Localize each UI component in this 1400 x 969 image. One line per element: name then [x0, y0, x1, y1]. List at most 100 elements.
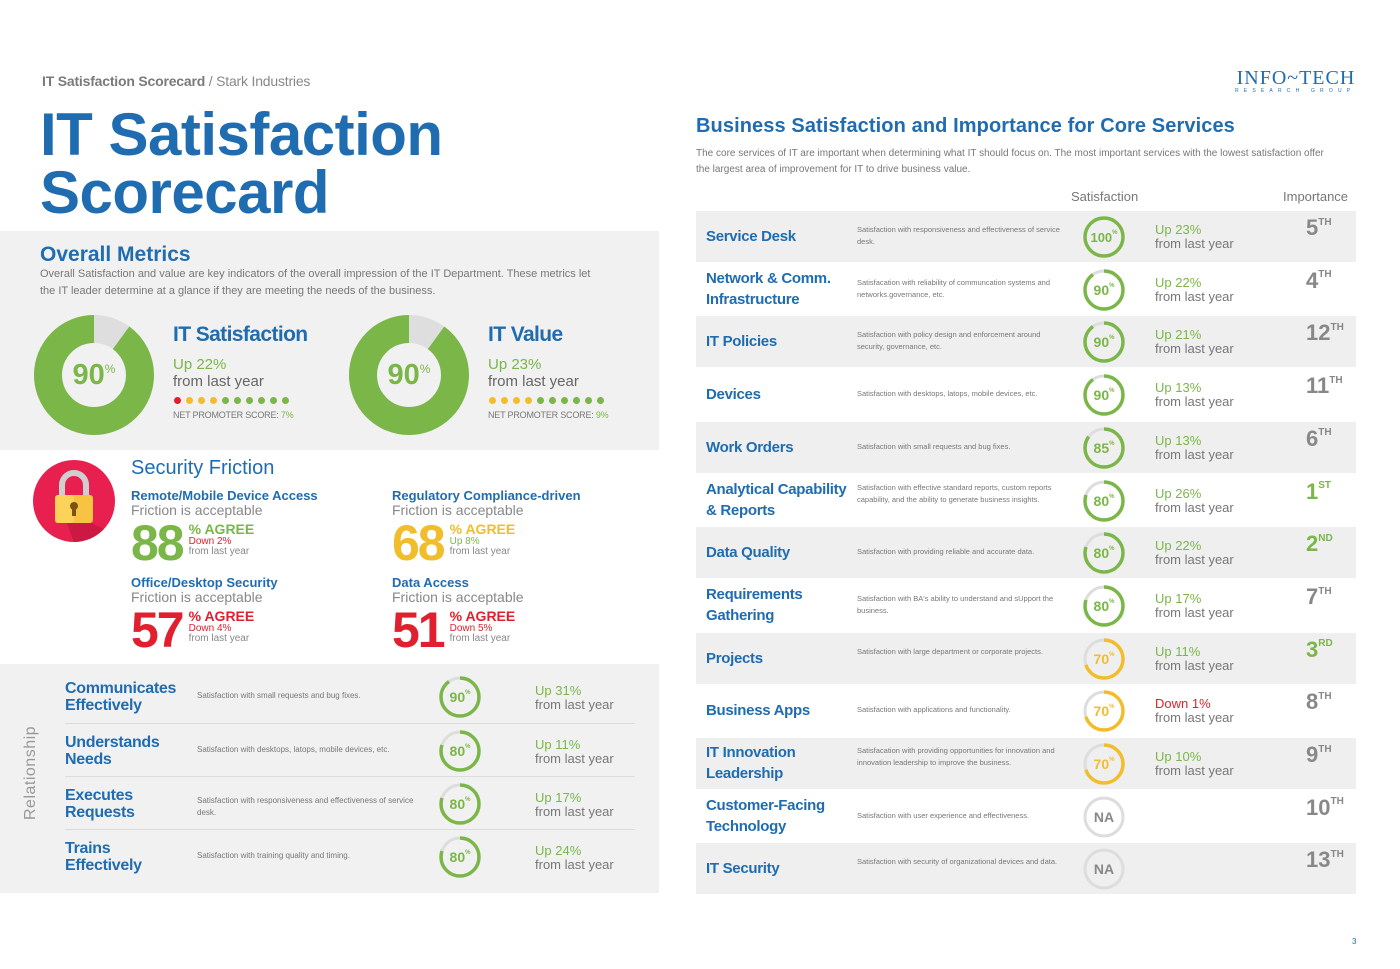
- service-description: Satisfaction with large department or co…: [857, 646, 1043, 656]
- core-service-row: Projects Satisfaction with large departme…: [696, 632, 1356, 684]
- service-description: Satisfacation with reliability of commun…: [857, 277, 1051, 299]
- change-indicator: Up 22% from last year: [1155, 274, 1234, 304]
- security-item-name: Office/Desktop Security: [131, 575, 278, 590]
- relationship-description: Satisfaction with training quality and t…: [197, 851, 350, 860]
- core-service-row: Work Orders Satisfaction with small reque…: [696, 421, 1356, 473]
- page-title-line2: Scorecard: [40, 159, 329, 226]
- satisfaction-ring: 80%: [438, 835, 482, 879]
- importance-rank: 8TH: [1306, 689, 1332, 715]
- satisfaction-value: 85: [1093, 439, 1110, 456]
- relationship-name: Trains Effectively: [65, 840, 142, 874]
- security-item-value: 88: [131, 515, 185, 571]
- satisfaction-ring: NA: [1082, 847, 1126, 891]
- service-name: IT Policies: [706, 333, 777, 351]
- core-service-row: Data Quality Satisfaction with providing …: [696, 527, 1356, 579]
- satisfaction-value: 70: [1093, 650, 1110, 667]
- importance-rank: 1ST: [1306, 478, 1332, 504]
- change-indicator: Up 23% from last year: [1155, 222, 1234, 251]
- satisfaction-ring: 70%: [1082, 742, 1126, 786]
- satisfaction-ring: 90%: [1082, 320, 1126, 364]
- security-item-value: 57: [131, 602, 185, 658]
- service-description: Satisfaction with small requests and bug…: [857, 441, 1011, 451]
- donut-value: 90: [72, 358, 105, 391]
- nps-dot: [234, 397, 241, 404]
- satisfaction-ring: 100%: [1082, 215, 1126, 259]
- satisfaction-value: 80: [1093, 492, 1110, 509]
- core-service-row: Customer-Facing Technology Satisfaction w…: [696, 791, 1356, 842]
- page-number: 3: [1352, 937, 1357, 946]
- relationship-description: Satisfaction with desktops, latops, mobi…: [197, 745, 390, 754]
- change-indicator: Up 13% from last year: [1155, 380, 1234, 410]
- core-service-row: Service Desk Satisfaction with responsive…: [696, 211, 1356, 262]
- security-item: Data Access Friction is acceptable 51 % …: [392, 575, 642, 656]
- column-header-satisfaction: Satisfaction: [1071, 189, 1139, 204]
- relationship-side-label: Relationship: [22, 725, 39, 820]
- importance-rank: 5TH: [1306, 215, 1332, 240]
- importance-rank: 11TH: [1306, 373, 1343, 399]
- service-name: Analytical Capability & Reports: [706, 480, 847, 519]
- satisfaction-value: 100: [1090, 229, 1113, 245]
- satisfaction-value: 80: [449, 796, 466, 812]
- satisfaction-ring: 80%: [438, 782, 482, 826]
- satisfaction-value: 90: [1093, 281, 1110, 298]
- security-item: Regulatory Compliance-driven Friction is…: [392, 489, 642, 571]
- change-indicator: Up 17% from last year: [535, 790, 614, 819]
- relationship-name: Understands Needs: [65, 734, 160, 768]
- column-header-importance: Importance: [1283, 189, 1349, 204]
- service-name: Projects: [706, 649, 763, 667]
- security-item-name: Data Access: [392, 575, 469, 590]
- donut-chart: 90%: [347, 313, 471, 437]
- importance-rank: 10TH: [1306, 794, 1344, 820]
- nps-dot: [573, 397, 580, 404]
- core-service-row: IT Innovation Leadership Satisfacation wi…: [696, 738, 1356, 789]
- donut-chart: 90%: [32, 313, 156, 437]
- logo-text: INFO~TECH: [1236, 67, 1356, 89]
- service-name: Data Quality: [706, 544, 790, 562]
- metric-change: Up 23% from last year: [488, 356, 579, 390]
- change-indicator: Up 21% from last year: [1155, 327, 1234, 357]
- satisfaction-ring: 90%: [1082, 373, 1126, 417]
- nps-dot: [585, 397, 592, 404]
- breadcrumb-separator: /: [205, 73, 217, 89]
- satisfaction-value: 80: [449, 849, 466, 865]
- nps-dot: [222, 397, 229, 404]
- service-name: IT Innovation Leadership: [706, 744, 796, 782]
- security-item-name: Remote/Mobile Device Access: [131, 488, 318, 503]
- service-name: Network & Comm. Infrastructure: [706, 269, 831, 308]
- nps-label: NET PROMOTER SCORE: 7%: [173, 410, 294, 420]
- nps-dot: [174, 397, 181, 404]
- breadcrumb: IT Satisfaction Scorecard / Stark Indust…: [42, 73, 310, 89]
- nps-dot: [597, 397, 604, 404]
- overall-metrics-description: Overall Satisfaction and value are key i…: [40, 268, 591, 297]
- metric-change: Up 22% from last year: [173, 356, 264, 390]
- relationship-name: Communicates Effectively: [65, 680, 177, 714]
- service-name: Devices: [706, 386, 761, 404]
- service-name: Customer-Facing Technology: [706, 796, 825, 835]
- nps-dot: [489, 397, 496, 404]
- importance-rank: 12TH: [1306, 320, 1344, 346]
- change-indicator: Up 24% from last year: [535, 843, 614, 872]
- change-indicator: Up 13% from last year: [1155, 432, 1234, 462]
- nps-dot: [549, 397, 556, 404]
- metric-title: IT Satisfaction: [173, 323, 308, 346]
- nps-dot: [537, 397, 544, 404]
- service-name: IT Security: [706, 860, 780, 878]
- satisfaction-ring: 80%: [1082, 584, 1126, 628]
- core-service-row: Network & Comm. Infrastructure Satisfacat…: [696, 264, 1356, 315]
- change-indicator: Up 11% from last year: [535, 737, 614, 766]
- core-service-row: Analytical Capability & Reports Satisfact…: [696, 475, 1356, 526]
- service-description: Satisfaction with security of organizati…: [857, 857, 1058, 867]
- nps-dots: [174, 397, 289, 404]
- satisfaction-ring: 90%: [1082, 268, 1126, 312]
- satisfaction-value: NA: [1093, 808, 1115, 825]
- satisfaction-ring: 80%: [438, 729, 482, 773]
- security-item-value: 68: [392, 515, 446, 571]
- importance-rank: 2ND: [1306, 531, 1333, 557]
- nps-dot: [501, 397, 508, 404]
- importance-rank: 4TH: [1306, 267, 1332, 293]
- relationship-row: Trains Effectively Satisfaction with train…: [65, 829, 635, 882]
- donut-value: 90: [387, 358, 420, 391]
- satisfaction-value: 90: [1093, 387, 1110, 404]
- nps-dot: [210, 397, 217, 404]
- security-item: Office/Desktop Security Friction is acce…: [131, 575, 381, 658]
